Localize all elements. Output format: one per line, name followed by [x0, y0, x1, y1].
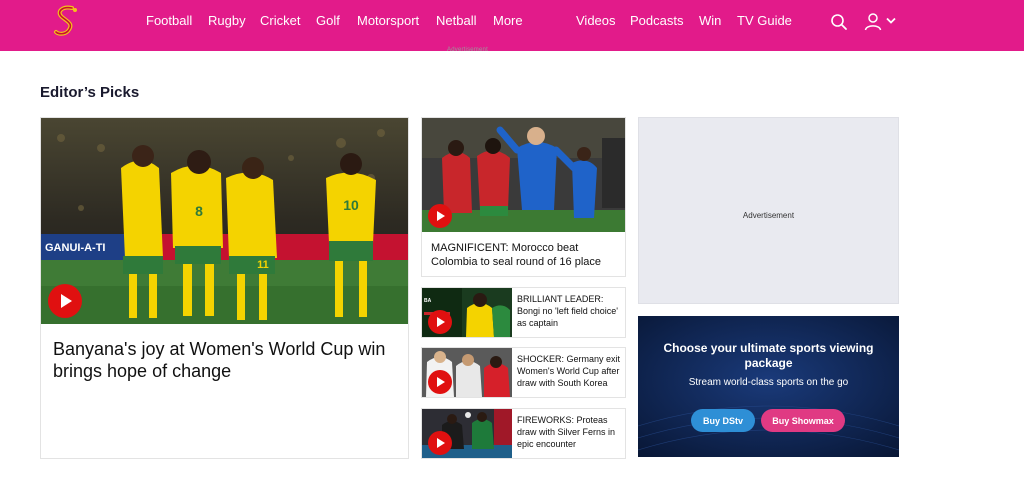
- article-card-bongi[interactable]: BA BRILLIANT LEADER: Bongi no 'left fiel…: [421, 287, 626, 338]
- article-title[interactable]: FIREWORKS: Proteas draw with Silver Fern…: [517, 414, 623, 450]
- svg-text:10: 10: [343, 197, 359, 213]
- search-icon[interactable]: [830, 13, 848, 31]
- svg-text:BA: BA: [424, 298, 432, 304]
- article-card-morocco[interactable]: MAGNIFICENT: Morocco beat Colombia to se…: [421, 117, 626, 277]
- nav-link-motorsport[interactable]: Motorsport: [357, 13, 419, 28]
- video-play-icon[interactable]: [428, 370, 452, 394]
- promo-subtitle: Stream world-class sports on the go: [688, 377, 849, 388]
- nav-link-videos[interactable]: Videos: [576, 13, 616, 28]
- ad-label-top: Advertisement: [447, 47, 488, 53]
- video-play-icon[interactable]: [48, 284, 82, 318]
- buy-dstv-button[interactable]: Buy DStv: [691, 409, 755, 432]
- article-title[interactable]: BRILLIANT LEADER: Bongi no 'left field c…: [517, 293, 623, 329]
- advertisement-placeholder[interactable]: Advertisement: [638, 117, 899, 304]
- nav-link-more[interactable]: More: [493, 13, 523, 28]
- section-title: Editor’s Picks: [40, 84, 140, 101]
- article-title[interactable]: SHOCKER: Germany exit Women's World Cup …: [517, 353, 623, 389]
- buy-showmax-button[interactable]: Buy Showmax: [761, 409, 845, 432]
- supersport-logo[interactable]: [50, 4, 82, 38]
- article-title[interactable]: MAGNIFICENT: Morocco beat Colombia to se…: [431, 241, 621, 269]
- video-play-icon[interactable]: [428, 204, 452, 228]
- article-image[interactable]: [422, 118, 625, 232]
- hero-image[interactable]: GANUI-A-TI 8 11 10: [41, 118, 408, 324]
- article-card-proteas[interactable]: FIREWORKS: Proteas draw with Silver Fern…: [421, 408, 626, 459]
- nav-link-rugby[interactable]: Rugby: [208, 13, 246, 28]
- top-nav: Football Rugby Cricket Golf Motorsport N…: [0, 0, 1024, 51]
- promo-title: Choose your ultimate sports viewing pack…: [663, 341, 874, 370]
- svg-text:GANUI-A-TI: GANUI-A-TI: [45, 242, 106, 254]
- article-image[interactable]: [422, 348, 512, 397]
- nav-link-football[interactable]: Football: [146, 13, 192, 28]
- nav-link-netball[interactable]: Netball: [436, 13, 476, 28]
- article-image[interactable]: BA: [422, 288, 512, 337]
- article-image[interactable]: [422, 409, 512, 458]
- article-card-germany[interactable]: SHOCKER: Germany exit Women's World Cup …: [421, 347, 626, 398]
- nav-link-golf[interactable]: Golf: [316, 13, 340, 28]
- nav-link-podcasts[interactable]: Podcasts: [630, 13, 683, 28]
- svg-text:11: 11: [257, 259, 269, 271]
- svg-text:8: 8: [195, 203, 203, 219]
- subscription-promo: Choose your ultimate sports viewing pack…: [638, 316, 899, 457]
- nav-link-cricket[interactable]: Cricket: [260, 13, 300, 28]
- video-play-icon[interactable]: [428, 310, 452, 334]
- video-play-icon[interactable]: [428, 431, 452, 455]
- hero-title[interactable]: Banyana's joy at Women's World Cup win b…: [53, 338, 393, 382]
- hero-article-card[interactable]: GANUI-A-TI 8 11 10 Banyana's joy at Wome…: [40, 117, 409, 459]
- nav-link-tv-guide[interactable]: TV Guide: [737, 13, 792, 28]
- user-icon[interactable]: [864, 12, 882, 32]
- chevron-down-icon[interactable]: [886, 17, 896, 25]
- ad-label: Advertisement: [742, 211, 795, 220]
- nav-link-win[interactable]: Win: [699, 13, 721, 28]
